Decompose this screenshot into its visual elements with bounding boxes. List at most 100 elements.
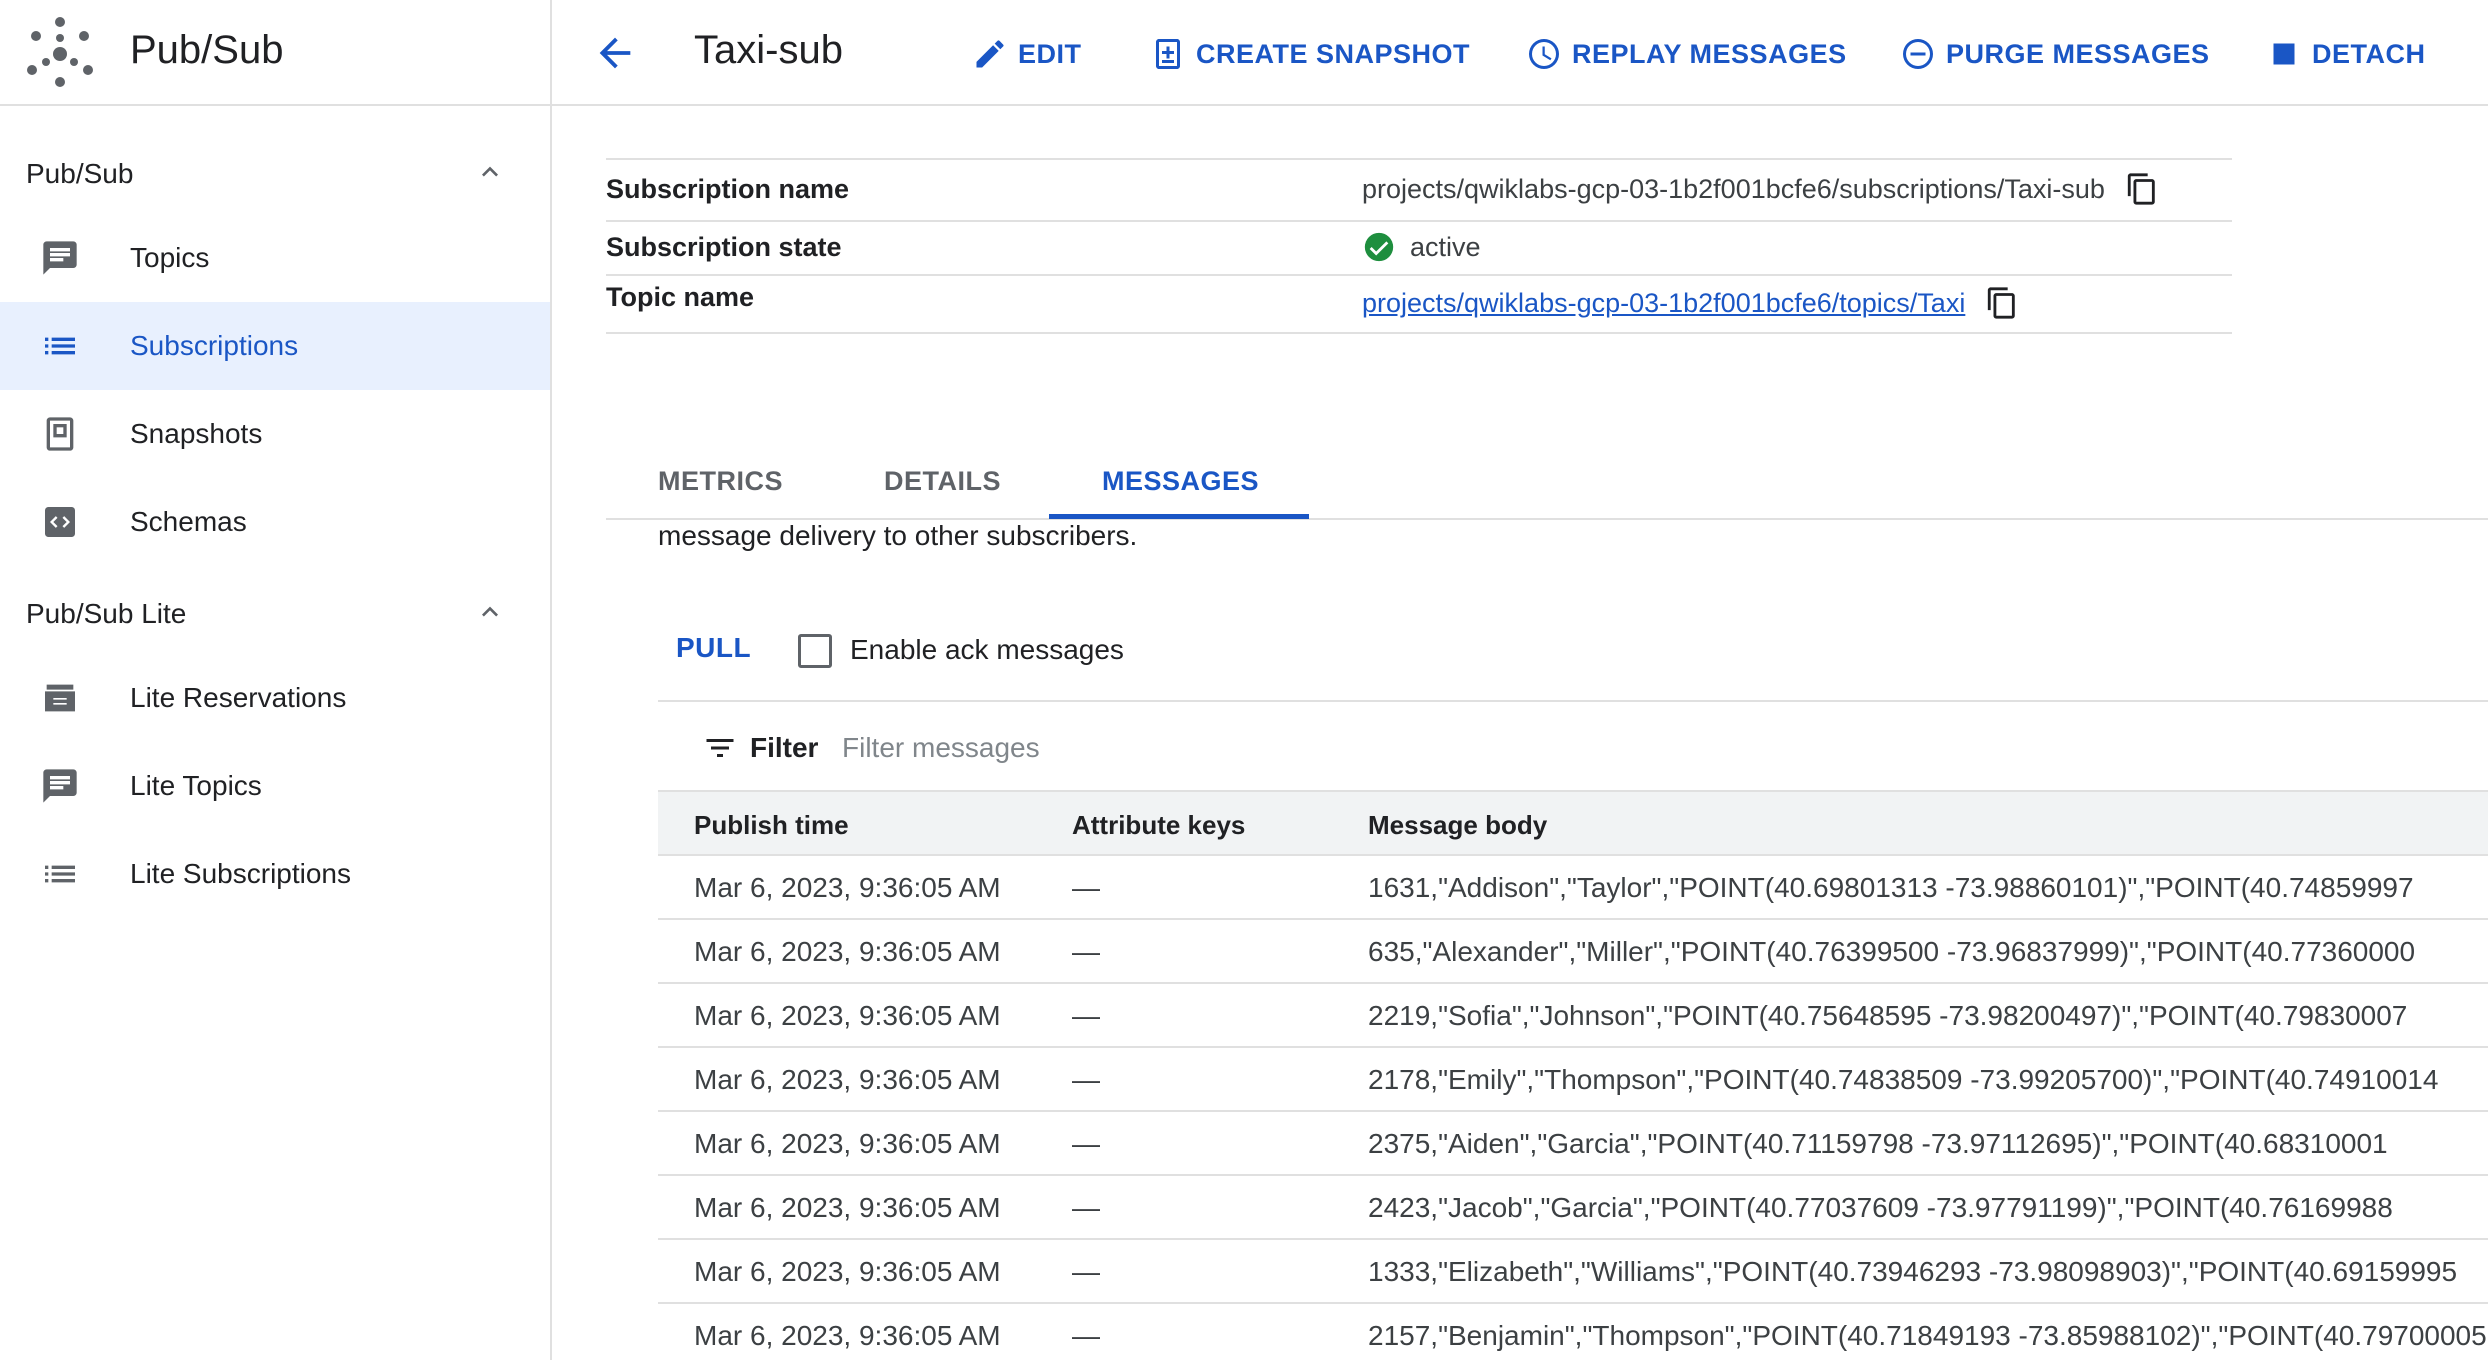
minus-circle-icon <box>1903 39 1933 69</box>
attribute-keys-cell: — <box>1072 1064 1100 1095</box>
sidebar-item-label: Topics <box>130 242 210 273</box>
sidebar-item-snapshots[interactable]: Snapshots <box>0 390 550 478</box>
check-circle-icon <box>1364 232 1394 262</box>
message-icon <box>43 241 77 275</box>
chevron-up-icon <box>482 166 498 177</box>
info-value: active <box>1362 230 1481 264</box>
filter-icon <box>706 739 734 757</box>
sidebar-item-label: Lite Topics <box>130 770 262 801</box>
table-row[interactable]: Mar 6, 2023, 9:36:05 AM — 2375,"Aiden","… <box>658 1112 2488 1176</box>
list-icon <box>45 865 75 883</box>
replay-messages-label: REPLAY MESSAGES <box>1572 38 1847 69</box>
sidebar-item-label: Lite Subscriptions <box>130 858 352 889</box>
messages-description: message delivery to other subscribers. <box>658 520 1138 551</box>
back-arrow-icon[interactable] <box>592 30 638 76</box>
info-key: Subscription name <box>606 174 850 204</box>
table-header: Publish time Attribute keys Message body <box>658 790 2488 856</box>
create-snapshot-button[interactable]: CREATE SNAPSHOT <box>1150 34 1470 74</box>
table-row[interactable]: Mar 6, 2023, 9:36:05 AM — 2157,"Benjamin… <box>658 1304 2488 1360</box>
info-row-subscription-state: Subscription state active <box>606 220 2232 274</box>
chevron-up-icon <box>482 606 498 617</box>
replay-messages-button[interactable]: REPLAY MESSAGES <box>1526 34 1847 74</box>
subscription-name-value: projects/qwiklabs-gcp-03-1b2f001bcfe6/su… <box>1362 173 2105 204</box>
pubsub-logo-icon <box>27 17 93 87</box>
sidebar-item-label: Lite Reservations <box>130 682 347 713</box>
publish-time-cell: Mar 6, 2023, 9:36:05 AM <box>694 872 1001 903</box>
subscription-state-value: active <box>1410 231 1481 262</box>
filter-messages-input[interactable] <box>842 728 1442 768</box>
table-row[interactable]: Mar 6, 2023, 9:36:05 AM — 1631,"Addison"… <box>658 856 2488 920</box>
attribute-keys-cell: — <box>1072 872 1100 903</box>
info-key: Subscription state <box>606 232 842 262</box>
schema-icon <box>45 507 75 537</box>
topic-name-link[interactable]: projects/qwiklabs-gcp-03-1b2f001bcfe6/to… <box>1362 288 1965 319</box>
create-snapshot-label: CREATE SNAPSHOT <box>1196 38 1471 69</box>
sidebar-item-topics[interactable]: Topics <box>0 214 550 302</box>
purge-messages-label: PURGE MESSAGES <box>1946 38 2210 69</box>
edit-button[interactable]: EDIT <box>972 34 1082 74</box>
column-header-attribute-keys[interactable]: Attribute keys <box>1072 810 1245 841</box>
sidebar-item-schemas[interactable]: Schemas <box>0 478 550 566</box>
sidebar-item-lite-reservations[interactable]: Lite Reservations <box>0 654 550 742</box>
purge-messages-button[interactable]: PURGE MESSAGES <box>1900 34 2210 74</box>
tab-details[interactable]: DETAILS <box>884 466 1001 497</box>
sidebar-item-lite-topics[interactable]: Lite Topics <box>0 742 550 830</box>
edit-button-label: EDIT <box>1018 38 1082 69</box>
info-row-topic-name: Topic name projects/qwiklabs-gcp-03-1b2f… <box>606 274 2232 334</box>
publish-time-cell: Mar 6, 2023, 9:36:05 AM <box>694 1192 1001 1223</box>
pencil-icon <box>976 40 1004 68</box>
detach-button[interactable]: DETACH <box>2266 34 2426 74</box>
sidebar-item-label: Snapshots <box>130 418 263 449</box>
copy-icon[interactable] <box>2125 172 2159 206</box>
enable-ack-label: Enable ack messages <box>850 634 1124 665</box>
publish-time-cell: Mar 6, 2023, 9:36:05 AM <box>694 1064 1001 1095</box>
message-icon <box>43 769 77 803</box>
snapshot-icon <box>46 417 74 451</box>
column-header-message-body[interactable]: Message body <box>1368 810 1547 841</box>
table-row[interactable]: Mar 6, 2023, 9:36:05 AM — 2423,"Jacob","… <box>658 1176 2488 1240</box>
table-row[interactable]: Mar 6, 2023, 9:36:05 AM — 1333,"Elizabet… <box>658 1240 2488 1304</box>
message-body-cell: 1631,"Addison","Taylor","POINT(40.698013… <box>1368 872 2414 903</box>
publish-time-cell: Mar 6, 2023, 9:36:05 AM <box>694 1256 1001 1287</box>
reservation-icon <box>45 684 75 712</box>
detach-label: DETACH <box>2312 38 2426 69</box>
column-header-publish-time[interactable]: Publish time <box>694 810 849 841</box>
message-body-cell: 2219,"Sofia","Johnson","POINT(40.7564859… <box>1368 1000 2408 1031</box>
filter-label: Filter <box>750 732 819 763</box>
enable-ack-checkbox[interactable] <box>798 634 832 668</box>
attribute-keys-cell: — <box>1072 1128 1100 1159</box>
top-action-bar: Taxi-sub EDIT CREATE SNAPSHOT REPLAY MES… <box>552 0 2488 106</box>
message-body-cell: 2157,"Benjamin","Thompson","POINT(40.718… <box>1368 1320 2487 1351</box>
pull-button[interactable]: PULL <box>676 632 751 664</box>
message-body-cell: 2423,"Jacob","Garcia","POINT(40.77037609… <box>1368 1192 2393 1223</box>
section-pubsub[interactable]: Pub/Sub <box>0 144 552 204</box>
table-row[interactable]: Mar 6, 2023, 9:36:05 AM — 635,"Alexander… <box>658 920 2488 984</box>
attribute-keys-cell: — <box>1072 1256 1100 1287</box>
message-body-cell: 2178,"Emily","Thompson","POINT(40.748385… <box>1368 1064 2439 1095</box>
snapshot-add-icon <box>1156 39 1180 69</box>
message-body-cell: 1333,"Elizabeth","Williams","POINT(40.73… <box>1368 1256 2458 1287</box>
sidebar-item-subscriptions[interactable]: Subscriptions <box>0 302 550 390</box>
attribute-keys-cell: — <box>1072 1192 1100 1223</box>
copy-icon[interactable] <box>1985 286 2019 320</box>
attribute-keys-cell: — <box>1072 936 1100 967</box>
tab-metrics[interactable]: METRICS <box>658 466 783 497</box>
sidebar: Pub/Sub Pub/Sub Topics Subscriptions Sna… <box>0 0 552 1360</box>
sidebar-item-label: Subscriptions <box>130 330 299 361</box>
messages-table: Publish time Attribute keys Message body… <box>658 790 2488 1360</box>
tab-bar: METRICS DETAILS MESSAGES <box>606 440 2488 520</box>
info-row-subscription-name: Subscription name projects/qwiklabs-gcp-… <box>606 158 2232 220</box>
sidebar-item-lite-subscriptions[interactable]: Lite Subscriptions <box>0 830 550 918</box>
message-body-cell: 2375,"Aiden","Garcia","POINT(40.71159798… <box>1368 1128 2388 1159</box>
page-title: Taxi-sub <box>694 28 843 72</box>
tab-messages[interactable]: MESSAGES <box>1102 466 1259 497</box>
table-row[interactable]: Mar 6, 2023, 9:36:05 AM — 2219,"Sofia","… <box>658 984 2488 1048</box>
info-value: projects/qwiklabs-gcp-03-1b2f001bcfe6/to… <box>1362 286 2019 320</box>
section-pubsub-lite[interactable]: Pub/Sub Lite <box>0 584 552 644</box>
table-row[interactable]: Mar 6, 2023, 9:36:05 AM — 2178,"Emily","… <box>658 1048 2488 1112</box>
stop-square-icon <box>2273 43 2295 65</box>
publish-time-cell: Mar 6, 2023, 9:36:05 AM <box>694 936 1001 967</box>
info-value: projects/qwiklabs-gcp-03-1b2f001bcfe6/su… <box>1362 172 2159 206</box>
publish-time-cell: Mar 6, 2023, 9:36:05 AM <box>694 1000 1001 1031</box>
attribute-keys-cell: — <box>1072 1320 1100 1351</box>
